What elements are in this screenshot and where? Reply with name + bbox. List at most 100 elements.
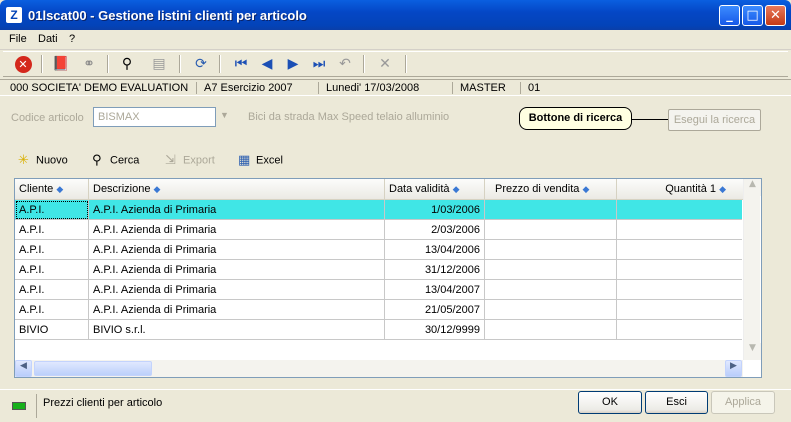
cell-cliente[interactable]: BIVIO bbox=[15, 320, 89, 340]
cell-prezzo[interactable] bbox=[485, 300, 617, 320]
menu-help[interactable]: ? bbox=[69, 33, 75, 45]
column-header-quantita[interactable]: Quantità 1 ◆ bbox=[617, 179, 746, 200]
cell-descrizione[interactable]: A.P.I. Azienda di Primaria bbox=[89, 200, 385, 220]
current-date: Lunedi' 17/03/2008 bbox=[326, 82, 420, 94]
status-led-icon bbox=[12, 402, 26, 410]
table-row[interactable]: A.P.I. A.P.I. Azienda di Primaria 21/05/20… bbox=[15, 300, 742, 320]
cell-cliente[interactable]: A.P.I. bbox=[15, 280, 89, 300]
minimize-button[interactable]: _ bbox=[719, 5, 740, 26]
menu-bar: File Dati ? bbox=[0, 30, 791, 50]
cell-quantita[interactable] bbox=[617, 220, 742, 240]
cell-quantita[interactable] bbox=[617, 320, 742, 340]
binoculars-icon: ⚲ bbox=[92, 153, 102, 168]
column-header-data[interactable]: Data validità ◆ bbox=[385, 179, 485, 200]
export-button: ⇲ Export bbox=[165, 153, 215, 171]
cell-quantita[interactable] bbox=[617, 300, 742, 320]
close-red-icon[interactable]: ✕ bbox=[13, 54, 33, 74]
sort-icon: ◆ bbox=[582, 184, 590, 194]
ok-button[interactable]: OK bbox=[578, 391, 642, 414]
cell-quantita[interactable] bbox=[617, 260, 742, 280]
maximize-button[interactable]: □ bbox=[742, 5, 763, 26]
column-header-prezzo[interactable]: Prezzo di vendita ◆ bbox=[485, 179, 617, 200]
title-bar[interactable]: Z 01lscat00 - Gestione listini clienti p… bbox=[0, 0, 791, 30]
last-icon[interactable]: ⏭ bbox=[309, 54, 329, 74]
cell-prezzo[interactable] bbox=[485, 200, 617, 220]
horizontal-scroll-thumb[interactable] bbox=[34, 361, 152, 376]
article-code-input[interactable]: BISMAX bbox=[93, 107, 216, 127]
separator bbox=[520, 82, 521, 94]
scroll-down-icon[interactable]: ▼ bbox=[744, 343, 761, 360]
cell-prezzo[interactable] bbox=[485, 320, 617, 340]
find-button[interactable]: ⚲ Cerca bbox=[92, 153, 139, 171]
cell-quantita[interactable] bbox=[617, 240, 742, 260]
column-header-descrizione[interactable]: Descrizione ◆ bbox=[89, 179, 385, 200]
scroll-right-icon[interactable]: ▶ bbox=[725, 360, 742, 377]
export-icon: ⇲ bbox=[165, 153, 176, 168]
cell-data[interactable]: 31/12/2006 bbox=[385, 260, 485, 280]
binoculars-icon: ⚭ bbox=[83, 56, 95, 72]
find-icon[interactable]: ⚲ bbox=[117, 54, 137, 74]
prev-icon[interactable]: ◀ bbox=[257, 54, 277, 74]
cell-descrizione[interactable]: BIVIO s.r.l. bbox=[89, 320, 385, 340]
horizontal-scrollbar[interactable]: ◀ ▶ bbox=[15, 360, 743, 377]
export-label: Export bbox=[183, 154, 215, 167]
cell-data[interactable]: 21/05/2007 bbox=[385, 300, 485, 320]
table-row[interactable]: A.P.I. A.P.I. Azienda di Primaria 13/04/20… bbox=[15, 280, 742, 300]
cell-data[interactable]: 13/04/2007 bbox=[385, 280, 485, 300]
excel-button[interactable]: ▦ Excel bbox=[238, 153, 283, 171]
table-row[interactable]: BIVIO BIVIO s.r.l. 30/12/9999 bbox=[15, 320, 742, 340]
scroll-left-icon[interactable]: ◀ bbox=[15, 360, 32, 377]
cell-prezzo[interactable] bbox=[485, 260, 617, 280]
cell-descrizione[interactable]: A.P.I. Azienda di Primaria bbox=[89, 220, 385, 240]
dropdown-arrow-icon[interactable]: ▼ bbox=[220, 110, 229, 120]
cell-data[interactable]: 2/03/2006 bbox=[385, 220, 485, 240]
table-row[interactable]: A.P.I. A.P.I. Azienda di Primaria 13/04/20… bbox=[15, 240, 742, 260]
exit-button[interactable]: Esci bbox=[645, 391, 708, 414]
next-icon[interactable]: ▶ bbox=[283, 54, 303, 74]
cell-prezzo[interactable] bbox=[485, 240, 617, 260]
new-label: Nuovo bbox=[36, 154, 68, 167]
book-icon[interactable]: 📕 bbox=[51, 54, 71, 74]
column-label: Prezzo di vendita bbox=[495, 183, 580, 195]
paste-icon: ▤ bbox=[152, 56, 166, 72]
undo-icon: ↶ bbox=[339, 56, 351, 72]
cell-prezzo[interactable] bbox=[485, 220, 617, 240]
cell-quantita[interactable] bbox=[617, 280, 742, 300]
scroll-up-icon[interactable]: ▲ bbox=[744, 179, 761, 196]
cell-data[interactable]: 13/04/2006 bbox=[385, 240, 485, 260]
first-icon[interactable]: ⏮ bbox=[231, 54, 251, 74]
article-code-label: Codice articolo bbox=[11, 112, 84, 124]
column-label: Data validità bbox=[389, 183, 450, 195]
cell-cliente[interactable]: A.P.I. bbox=[15, 240, 89, 260]
cell-cliente[interactable]: A.P.I. bbox=[15, 200, 89, 220]
context-bar: 000 SOCIETA' DEMO EVALUATION A7 Esercizi… bbox=[0, 79, 791, 96]
toolbar-separator bbox=[219, 55, 221, 73]
close-window-button[interactable]: ✕ bbox=[765, 5, 786, 26]
cell-data[interactable]: 30/12/9999 bbox=[385, 320, 485, 340]
cell-descrizione[interactable]: A.P.I. Azienda di Primaria bbox=[89, 240, 385, 260]
cell-descrizione[interactable]: A.P.I. Azienda di Primaria bbox=[89, 300, 385, 320]
price-list-table[interactable]: Cliente ◆ Descrizione ◆ Data validità ◆ … bbox=[14, 178, 762, 378]
column-header-cliente[interactable]: Cliente ◆ bbox=[15, 179, 89, 200]
company-name: 000 SOCIETA' DEMO EVALUATION bbox=[10, 82, 189, 94]
cell-cliente[interactable]: A.P.I. bbox=[15, 260, 89, 280]
cell-descrizione[interactable]: A.P.I. Azienda di Primaria bbox=[89, 280, 385, 300]
table-row[interactable]: A.P.I. A.P.I. Azienda di Primaria 31/12/20… bbox=[15, 260, 742, 280]
refresh-icon[interactable]: ⟳ bbox=[191, 54, 211, 74]
new-icon: ✳ bbox=[18, 153, 29, 168]
run-search-button[interactable]: Esegui la ricerca bbox=[668, 109, 761, 131]
cell-cliente[interactable]: A.P.I. bbox=[15, 220, 89, 240]
cell-descrizione[interactable]: A.P.I. Azienda di Primaria bbox=[89, 260, 385, 280]
cell-data[interactable]: 1/03/2006 bbox=[385, 200, 485, 220]
window-title: 01lscat00 - Gestione listini clienti per… bbox=[28, 8, 307, 23]
app-icon: Z bbox=[6, 7, 22, 23]
table-row[interactable]: A.P.I. A.P.I. Azienda di Primaria 2/03/200… bbox=[15, 220, 742, 240]
menu-file[interactable]: File bbox=[9, 33, 27, 45]
cell-prezzo[interactable] bbox=[485, 280, 617, 300]
new-button[interactable]: ✳ Nuovo bbox=[18, 153, 68, 171]
menu-dati[interactable]: Dati bbox=[38, 33, 58, 45]
cell-quantita[interactable] bbox=[617, 200, 742, 220]
cell-cliente[interactable]: A.P.I. bbox=[15, 300, 89, 320]
table-row[interactable]: A.P.I. A.P.I. Azienda di Primaria 1/03/200… bbox=[15, 200, 742, 220]
vertical-scrollbar[interactable]: ▲ ▼ bbox=[743, 179, 761, 360]
